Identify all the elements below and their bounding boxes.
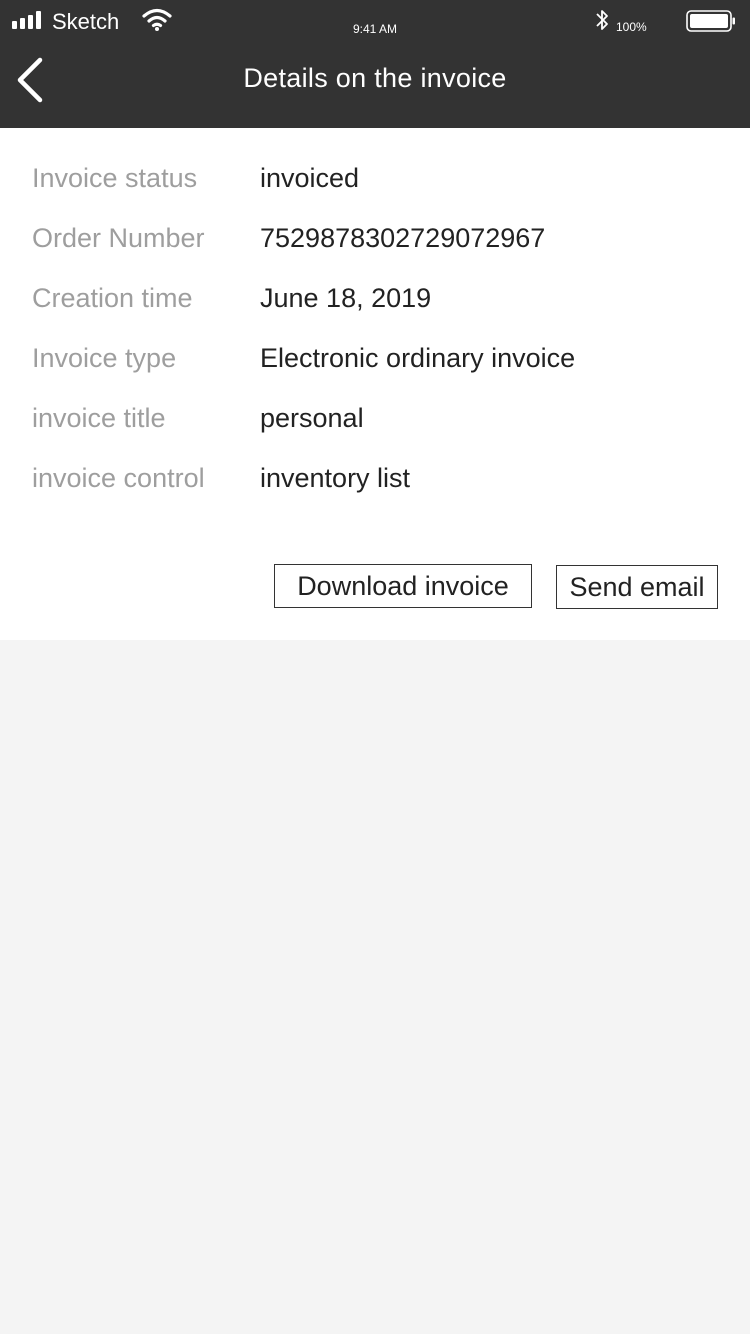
detail-label: Invoice type bbox=[32, 343, 177, 373]
header: Sketch 9:41 AM 100% Details on the invoi… bbox=[0, 0, 750, 128]
detail-row-order-number: Order Number 7529878302729072967 bbox=[0, 218, 750, 258]
status-bar: Sketch 9:41 AM 100% bbox=[0, 0, 750, 44]
page-title: Details on the invoice bbox=[243, 63, 507, 93]
detail-row-creation-time: Creation time June 18, 2019 bbox=[0, 278, 750, 318]
detail-label: Invoice status bbox=[32, 163, 198, 193]
detail-value: invoiced bbox=[260, 163, 360, 193]
detail-value: 7529878302729072967 bbox=[260, 223, 546, 253]
download-invoice-button[interactable]: Download invoice bbox=[274, 564, 532, 608]
detail-label: Creation time bbox=[32, 283, 193, 313]
detail-value: personal bbox=[260, 403, 364, 433]
detail-row-invoice-type: Invoice type Electronic ordinary invoice bbox=[0, 338, 750, 378]
send-email-button[interactable]: Send email bbox=[556, 565, 718, 609]
screen: Sketch 9:41 AM 100% Details on the invoi… bbox=[0, 0, 750, 1334]
detail-label: invoice control bbox=[32, 463, 205, 493]
detail-value: June 18, 2019 bbox=[260, 283, 432, 313]
detail-row-invoice-status: Invoice status invoiced bbox=[0, 158, 750, 198]
battery-icon bbox=[686, 10, 735, 32]
bluetooth-icon bbox=[596, 10, 608, 30]
detail-row-invoice-title: invoice title personal bbox=[0, 398, 750, 438]
battery-percent: 100% bbox=[616, 20, 647, 34]
detail-value: Electronic ordinary invoice bbox=[260, 343, 576, 373]
detail-label: Order Number bbox=[32, 223, 205, 253]
detail-label: invoice title bbox=[32, 403, 166, 433]
invoice-details-card: Invoice status invoiced Order Number 752… bbox=[0, 128, 750, 640]
detail-value: inventory list bbox=[260, 463, 411, 493]
detail-row-invoice-control: invoice control inventory list bbox=[0, 458, 750, 498]
